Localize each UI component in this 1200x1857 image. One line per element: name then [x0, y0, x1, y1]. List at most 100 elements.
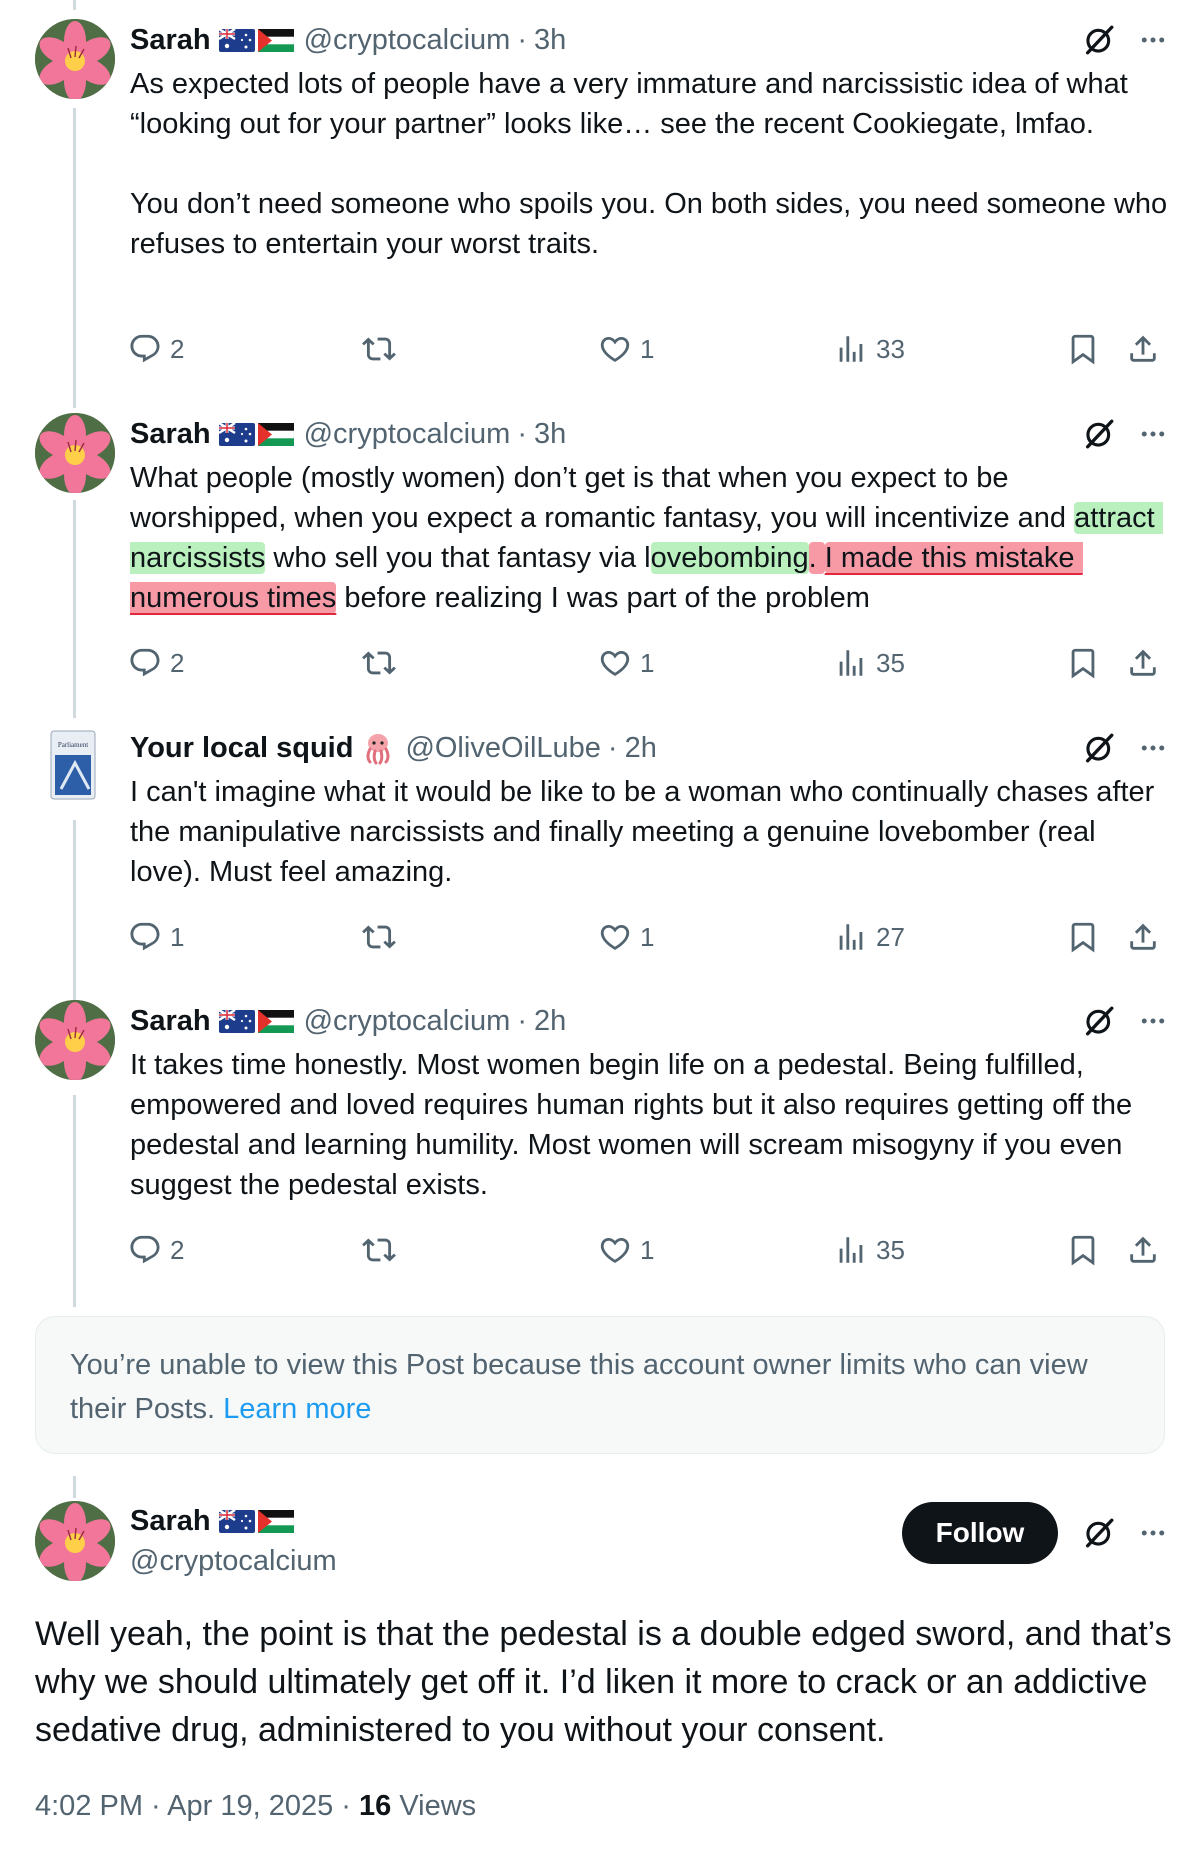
like-button[interactable]: 1 — [598, 915, 654, 959]
bookmark-icon — [1066, 332, 1100, 366]
more-icon[interactable] — [1138, 1518, 1168, 1548]
avatar[interactable] — [35, 413, 115, 493]
user-handle[interactable]: @OliveOilLube — [405, 732, 600, 765]
display-name[interactable]: Your local squid — [130, 732, 353, 765]
grok-icon[interactable] — [1082, 1004, 1116, 1038]
post-time[interactable]: 2h — [625, 732, 657, 765]
reply-button[interactable]: 2 — [128, 641, 184, 685]
repost-button[interactable] — [362, 1228, 396, 1272]
user-handle[interactable]: @cryptocalcium — [304, 418, 511, 451]
repost-button[interactable] — [362, 327, 396, 371]
post-text: As expected lots of people have a very i… — [130, 68, 1168, 260]
learn-more-link[interactable]: Learn more — [223, 1393, 371, 1425]
avatar[interactable] — [35, 1000, 115, 1080]
share-button[interactable] — [1126, 327, 1160, 371]
repost-icon — [362, 920, 396, 954]
palestine-flag-icon — [258, 1510, 294, 1533]
view-count: 33 — [876, 333, 905, 364]
reply-button[interactable]: 1 — [128, 915, 184, 959]
views-button[interactable]: 35 — [834, 1228, 905, 1272]
like-icon — [598, 332, 632, 366]
more-icon[interactable] — [1138, 1006, 1168, 1036]
post-header: Sarah @cryptocalcium · 2h — [130, 1001, 566, 1041]
avatar[interactable] — [35, 1501, 115, 1581]
main-post-handle-row: @cryptocalcium — [130, 1541, 337, 1581]
restricted-post-notice: You’re unable to view this Post because … — [35, 1316, 1165, 1454]
separator: · — [517, 23, 527, 56]
thread-line — [73, 500, 76, 718]
grok-icon[interactable] — [1082, 417, 1116, 451]
name-emojis — [219, 1010, 294, 1033]
like-button[interactable]: 1 — [598, 327, 654, 371]
like-count: 1 — [640, 333, 655, 364]
text-segment: What people (mostly women) don’t get is … — [130, 462, 1075, 534]
separator: · — [517, 417, 527, 450]
views-icon — [834, 646, 868, 680]
more-icon[interactable] — [1138, 733, 1168, 763]
like-icon — [598, 1233, 632, 1267]
reply-icon — [128, 920, 162, 954]
bookmark-button[interactable] — [1066, 915, 1100, 959]
australia-flag-icon — [219, 1510, 255, 1533]
post-time[interactable]: 2h — [534, 1005, 566, 1038]
australia-flag-icon — [219, 29, 255, 52]
like-button[interactable]: 1 — [598, 641, 654, 685]
user-handle[interactable]: @cryptocalcium — [304, 24, 511, 57]
like-icon — [598, 920, 632, 954]
grok-icon[interactable] — [1082, 1516, 1116, 1550]
repost-icon — [362, 332, 396, 366]
text-segment: before realizing I was part of the probl… — [336, 582, 870, 614]
display-name[interactable]: Sarah — [130, 1505, 211, 1538]
grok-icon[interactable] — [1082, 23, 1116, 57]
avatar[interactable] — [45, 727, 105, 807]
views-button[interactable]: 35 — [834, 641, 905, 685]
view-count: 35 — [876, 1234, 905, 1265]
user-handle[interactable]: @cryptocalcium — [304, 1005, 511, 1038]
thread-line — [73, 820, 76, 1000]
repost-button[interactable] — [362, 915, 396, 959]
share-button[interactable] — [1126, 915, 1160, 959]
avatar[interactable] — [35, 19, 115, 99]
post-time[interactable]: 3h — [534, 24, 566, 57]
bookmark-button[interactable] — [1066, 1228, 1100, 1272]
like-count: 1 — [640, 1234, 655, 1265]
reply-button[interactable]: 2 — [128, 327, 184, 371]
post-time[interactable]: 3h — [534, 418, 566, 451]
like-button[interactable]: 1 — [598, 1228, 654, 1272]
follow-button[interactable]: Follow — [902, 1502, 1058, 1564]
views-icon — [834, 1233, 868, 1267]
palestine-flag-icon — [258, 423, 294, 446]
share-button[interactable] — [1126, 1228, 1160, 1272]
user-handle[interactable]: @cryptocalcium — [130, 1545, 337, 1578]
views-button[interactable]: 33 — [834, 327, 905, 371]
more-icon[interactable] — [1138, 419, 1168, 449]
post-header: Sarah @cryptocalcium · 3h — [130, 20, 566, 60]
post-date[interactable]: 4:02 PM · Apr 19, 2025 · — [35, 1790, 359, 1822]
post-top-actions — [1082, 1001, 1168, 1041]
bookmark-button[interactable] — [1066, 641, 1100, 685]
bookmark-button[interactable] — [1066, 327, 1100, 371]
reply-icon — [128, 646, 162, 680]
display-name[interactable]: Sarah — [130, 1005, 211, 1038]
post-top-actions — [1082, 728, 1168, 768]
name-emojis — [219, 29, 294, 52]
views-button[interactable]: 27 — [834, 915, 905, 959]
display-name[interactable]: Sarah — [130, 418, 211, 451]
views-label: Views — [391, 1790, 477, 1822]
palestine-flag-icon — [258, 1010, 294, 1033]
action-bar: 2 1 35 — [128, 1228, 1168, 1272]
share-button[interactable] — [1126, 641, 1160, 685]
repost-button[interactable] — [362, 641, 396, 685]
more-icon[interactable] — [1138, 25, 1168, 55]
action-bar: 2 1 33 — [128, 327, 1168, 371]
like-count: 1 — [640, 921, 655, 952]
display-name[interactable]: Sarah — [130, 24, 211, 57]
australia-flag-icon — [219, 1010, 255, 1033]
thread-line — [73, 1095, 76, 1307]
grok-icon[interactable] — [1082, 731, 1116, 765]
reply-count: 2 — [170, 333, 185, 364]
thread-line — [73, 108, 76, 408]
reply-button[interactable]: 2 — [128, 1228, 184, 1272]
post-top-actions — [1082, 414, 1168, 454]
text-segment: . — [808, 542, 825, 574]
